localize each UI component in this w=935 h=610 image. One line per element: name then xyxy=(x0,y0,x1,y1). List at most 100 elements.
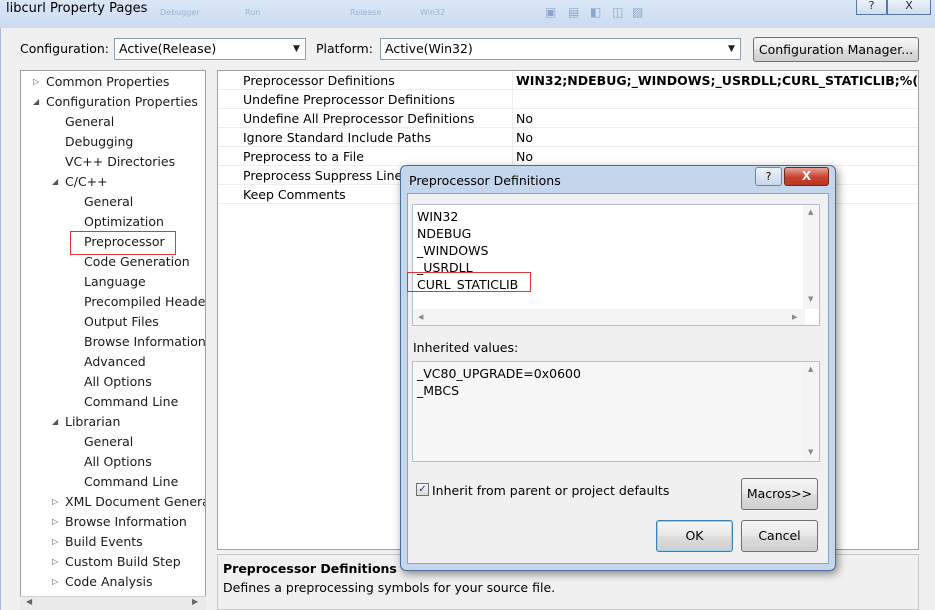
collapse-arrow-icon[interactable]: ◢ xyxy=(52,412,58,432)
macros-button[interactable]: Macros>> xyxy=(741,478,818,510)
expand-arrow-icon[interactable]: ▷ xyxy=(52,572,58,592)
inherited-values-box: _VC80_UPGRADE=0x0600 _MBCS ▲ ▼ xyxy=(412,361,820,462)
grid-row-value[interactable]: WIN32;NDEBUG;_WINDOWS;_USRDLL;CURL_STATI… xyxy=(516,73,918,88)
inherited-vertical-scrollbar[interactable]: ▲ ▼ xyxy=(803,362,819,461)
expand-arrow-icon[interactable]: ▷ xyxy=(52,492,58,512)
background-tab: Run xyxy=(245,8,261,17)
configuration-label: Configuration: xyxy=(20,41,109,56)
grid-row-preprocessor-definitions[interactable]: Preprocessor Definitions WIN32;NDEBUG;_W… xyxy=(218,71,918,90)
toolbar-ghost-icon: ▣ xyxy=(545,5,557,19)
tree-item-language[interactable]: Language xyxy=(84,272,146,292)
tree-item-cpp-general[interactable]: General xyxy=(84,192,133,212)
tree-item-advanced[interactable]: Advanced xyxy=(84,352,146,372)
dialog-help-button[interactable]: ? xyxy=(755,167,782,186)
grid-row-value[interactable]: No xyxy=(516,130,533,145)
tree-item-code-generation[interactable]: Code Generation xyxy=(84,252,190,272)
scroll-down-icon[interactable]: ▼ xyxy=(808,295,813,303)
collapse-arrow-icon[interactable]: ◢ xyxy=(52,172,58,192)
tree-item-debugging[interactable]: Debugging xyxy=(65,132,133,152)
ok-button[interactable]: OK xyxy=(656,520,733,552)
background-tab: Release xyxy=(350,8,382,17)
tree-item-label: Custom Build Step xyxy=(65,554,181,569)
window-title: libcurl Property Pages xyxy=(6,1,148,16)
tree-item-label: XML Document Generat xyxy=(65,494,206,509)
help-button[interactable]: ? xyxy=(856,0,887,15)
description-title: Preprocessor Definitions xyxy=(223,561,397,576)
window-title-bar[interactable]: libcurl Property Pages Debugger Run Rele… xyxy=(0,0,935,28)
scroll-up-icon[interactable]: ▲ xyxy=(808,208,813,216)
definitions-vertical-scrollbar[interactable]: ▲ ▼ xyxy=(803,205,819,309)
grid-row-value[interactable]: No xyxy=(516,149,533,164)
scroll-down-icon[interactable]: ▼ xyxy=(808,448,813,456)
toolbar-ghost-icon: ▤ xyxy=(568,5,580,19)
definition-line: WIN32 xyxy=(417,209,459,224)
definitions-textbox[interactable]: WIN32 NDEBUG _WINDOWS _USRDLL CURL_STATI… xyxy=(412,204,820,326)
definition-line: NDEBUG xyxy=(417,226,472,241)
scroll-up-icon[interactable]: ▲ xyxy=(808,365,813,373)
cancel-button[interactable]: Cancel xyxy=(741,520,818,552)
scroll-right-icon[interactable]: ▶ xyxy=(792,313,797,321)
toolbar-ghost-icon: ▨ xyxy=(632,5,644,19)
inherit-checkbox-label[interactable]: Inherit from parent or project defaults xyxy=(432,483,669,498)
tree-item-librarian-command-line[interactable]: Command Line xyxy=(84,472,178,492)
background-tab: Debugger xyxy=(160,8,200,17)
scroll-left-icon[interactable]: ◀ xyxy=(26,597,32,606)
background-tab: Win32 xyxy=(420,8,446,17)
tree-item-output-files[interactable]: Output Files xyxy=(84,312,159,332)
tree-horizontal-scrollbar[interactable]: ◀ ▶ xyxy=(20,596,206,610)
dialog-close-button[interactable]: X xyxy=(784,167,829,186)
tree-item-precompiled-header[interactable]: Precompiled Header xyxy=(84,292,205,312)
collapse-arrow-icon[interactable]: ◢ xyxy=(33,92,39,112)
preprocessor-definitions-dialog: Preprocessor Definitions ? X WIN32 NDEBU… xyxy=(400,165,836,571)
platform-label: Platform: xyxy=(316,41,373,56)
curl-staticlib-highlight-box xyxy=(407,272,531,292)
tree-item-all-options[interactable]: All Options xyxy=(84,372,152,392)
close-button[interactable]: X xyxy=(887,0,931,15)
tree-item-browse-information[interactable]: Browse Information xyxy=(84,332,205,352)
grid-row-name: Undefine All Preprocessor Definitions xyxy=(243,111,475,126)
inherited-list: _VC80_UPGRADE=0x0600 _MBCS xyxy=(417,365,581,399)
grid-row-name: Preprocess to a File xyxy=(243,149,364,164)
tree-item-label: Configuration Properties xyxy=(46,94,198,109)
platform-select[interactable]: Active(Win32) ▼ xyxy=(380,38,741,60)
inherited-line: _MBCS xyxy=(417,383,460,398)
tree-item-label: Common Properties xyxy=(46,74,170,89)
expand-arrow-icon[interactable]: ▷ xyxy=(52,512,58,532)
inherited-line: _VC80_UPGRADE=0x0600 xyxy=(417,366,581,381)
definitions-horizontal-scrollbar[interactable]: ◀ ▶ xyxy=(413,309,805,325)
tree-item-general[interactable]: General xyxy=(65,112,114,132)
expand-arrow-icon[interactable]: ▷ xyxy=(52,552,58,572)
preprocessor-highlight-box xyxy=(70,231,176,255)
scroll-right-icon[interactable]: ▶ xyxy=(192,597,198,606)
grid-row-undefine-all[interactable]: Undefine All Preprocessor Definitions No xyxy=(218,109,918,128)
definition-line: _WINDOWS xyxy=(417,243,489,258)
dialog-body: WIN32 NDEBUG _WINDOWS _USRDLL CURL_STATI… xyxy=(407,193,829,564)
grid-row-name: Undefine Preprocessor Definitions xyxy=(243,92,455,107)
grid-row-name: Ignore Standard Include Paths xyxy=(243,130,432,145)
tree-item-librarian-general[interactable]: General xyxy=(84,432,133,452)
tree-item-label: C/C++ xyxy=(65,174,108,189)
tree-item-optimization[interactable]: Optimization xyxy=(84,212,164,232)
chevron-down-icon: ▼ xyxy=(293,44,300,54)
grid-row-undefine-definitions[interactable]: Undefine Preprocessor Definitions xyxy=(218,90,918,109)
inherit-checkbox[interactable]: ✓ xyxy=(416,483,429,496)
toolbar-ghost-icon: ◫ xyxy=(612,5,624,19)
grid-row-preprocess-to-file[interactable]: Preprocess to a File No xyxy=(218,147,918,166)
grid-row-name: Preprocessor Definitions xyxy=(243,73,395,88)
grid-row-ignore-include-paths[interactable]: Ignore Standard Include Paths No xyxy=(218,128,918,147)
expand-arrow-icon[interactable]: ▷ xyxy=(52,532,58,552)
grid-row-value[interactable]: No xyxy=(516,111,533,126)
configuration-select[interactable]: Active(Release) ▼ xyxy=(114,38,306,60)
expand-arrow-icon[interactable]: ▷ xyxy=(33,72,39,92)
inherited-values-label: Inherited values: xyxy=(413,340,519,355)
tree-item-librarian-all-options[interactable]: All Options xyxy=(84,452,152,472)
property-tree[interactable]: ▷ Common Properties ◢ Configuration Prop… xyxy=(20,70,206,610)
scroll-left-icon[interactable]: ◀ xyxy=(418,313,423,321)
configuration-manager-button[interactable]: Configuration Manager... xyxy=(753,37,919,62)
tree-item-command-line[interactable]: Command Line xyxy=(84,392,178,412)
dialog-title: Preprocessor Definitions xyxy=(409,173,561,188)
tree-item-vc-directories[interactable]: VC++ Directories xyxy=(65,152,175,172)
chevron-down-icon: ▼ xyxy=(728,44,735,54)
tree-item-label: Librarian xyxy=(65,414,121,429)
tree-item-label: Code Analysis xyxy=(65,574,153,589)
